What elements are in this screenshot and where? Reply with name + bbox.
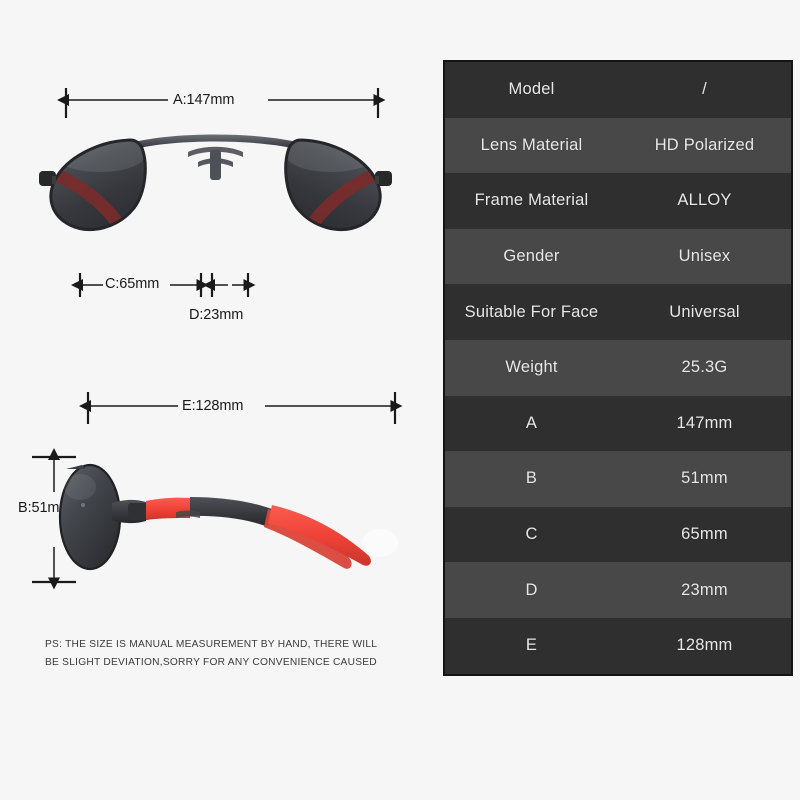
dimension-label-a: A:147mm — [173, 92, 235, 108]
table-row: Weight 25.3G — [445, 339, 791, 396]
sunglasses-front-image — [39, 134, 392, 231]
spec-label: Suitable For Face — [464, 302, 599, 321]
spec-value: ALLOY — [677, 191, 732, 210]
table-row: Frame Material ALLOY — [445, 173, 791, 229]
table-row: Gender Unisex — [445, 228, 791, 285]
spec-label: C — [525, 525, 538, 544]
sunglasses-side-image — [58, 463, 398, 571]
spec-label: Model — [508, 80, 555, 99]
table-row: B 51mm — [445, 451, 791, 507]
front-view-diagram: A:147mm C:65mm D:23mm — [0, 70, 432, 340]
disclaimer-line-2: BE SLIGHT DEVIATION,SORRY FOR ANY CONVEN… — [45, 656, 377, 668]
dimension-label-e: E:128mm — [182, 398, 244, 414]
measurement-disclaimer: PS: THE SIZE IS MANUAL MEASUREMENT BY HA… — [45, 636, 405, 671]
table-row: Model / — [445, 62, 791, 118]
spec-value: Universal — [669, 302, 740, 321]
spec-label: B — [525, 469, 538, 488]
dimension-label-d: D:23mm — [189, 307, 244, 323]
dimension-label-c: C:65mm — [105, 276, 160, 292]
table-row: A 147mm — [445, 395, 791, 452]
table-row: Suitable For Face Universal — [445, 284, 791, 340]
table-row: E 128mm — [445, 617, 791, 674]
diagram-panel: A:147mm C:65mm D:23mm E:128mm B:51mm PS:… — [0, 0, 432, 800]
spec-value: / — [702, 80, 707, 99]
spec-value: 51mm — [681, 469, 728, 488]
table-row: Lens Material HD Polarized — [445, 117, 791, 174]
spec-label: Lens Material — [480, 135, 583, 154]
spec-value: 25.3G — [681, 358, 728, 377]
spec-value: 128mm — [676, 636, 733, 655]
spec-label: Gender — [503, 247, 560, 266]
spec-label: A — [525, 413, 538, 432]
spec-label: E — [525, 636, 538, 655]
dimension-line-c-d — [71, 273, 256, 297]
side-view-diagram: E:128mm B:51mm — [0, 380, 432, 620]
spec-value: 147mm — [676, 413, 733, 432]
table-row: D 23mm — [445, 562, 791, 618]
disclaimer-line-1: PS: THE SIZE IS MANUAL MEASUREMENT BY HA… — [45, 639, 378, 650]
spec-value: 65mm — [681, 525, 728, 544]
spec-label: Weight — [505, 358, 558, 377]
spec-value: 23mm — [681, 580, 728, 599]
specification-table: Model / Lens Material HD Polarized Frame… — [443, 60, 793, 676]
spec-label: D — [525, 580, 538, 599]
table-row: C 65mm — [445, 506, 791, 563]
spec-value: Unisex — [678, 247, 731, 266]
spec-value: HD Polarized — [654, 135, 755, 154]
spec-label: Frame Material — [474, 191, 589, 210]
